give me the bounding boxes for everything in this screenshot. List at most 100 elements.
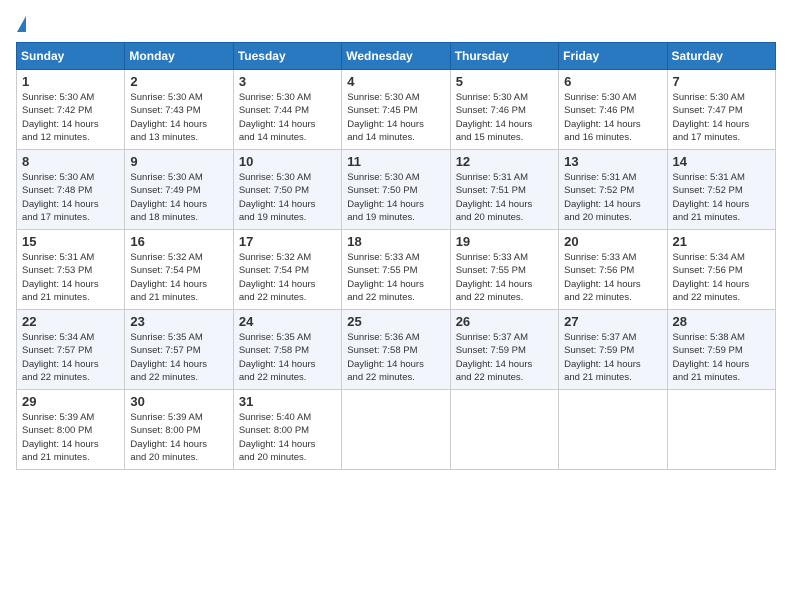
day-info: Sunrise: 5:30 AMSunset: 7:49 PMDaylight:… xyxy=(130,171,227,224)
calendar-cell: 30 Sunrise: 5:39 AMSunset: 8:00 PMDayligh… xyxy=(125,390,233,470)
day-number: 7 xyxy=(673,74,770,89)
day-number: 29 xyxy=(22,394,119,409)
day-info: Sunrise: 5:31 AMSunset: 7:52 PMDaylight:… xyxy=(564,171,661,224)
day-info: Sunrise: 5:33 AMSunset: 7:55 PMDaylight:… xyxy=(456,251,553,304)
day-number: 18 xyxy=(347,234,444,249)
day-info: Sunrise: 5:30 AMSunset: 7:48 PMDaylight:… xyxy=(22,171,119,224)
calendar-cell: 1 Sunrise: 5:30 AMSunset: 7:42 PMDaylight… xyxy=(17,70,125,150)
day-info: Sunrise: 5:30 AMSunset: 7:47 PMDaylight:… xyxy=(673,91,770,144)
day-number: 1 xyxy=(22,74,119,89)
calendar-week-row: 1 Sunrise: 5:30 AMSunset: 7:42 PMDaylight… xyxy=(17,70,776,150)
calendar-cell xyxy=(667,390,775,470)
day-info: Sunrise: 5:33 AMSunset: 7:56 PMDaylight:… xyxy=(564,251,661,304)
day-number: 9 xyxy=(130,154,227,169)
calendar-cell: 18 Sunrise: 5:33 AMSunset: 7:55 PMDayligh… xyxy=(342,230,450,310)
day-info: Sunrise: 5:34 AMSunset: 7:57 PMDaylight:… xyxy=(22,331,119,384)
calendar-cell: 3Sunrise: 5:30 AMSunset: 7:44 PMDaylight… xyxy=(233,70,341,150)
day-header-saturday: Saturday xyxy=(667,43,775,70)
day-info: Sunrise: 5:30 AMSunset: 7:45 PMDaylight:… xyxy=(347,91,444,144)
day-info: Sunrise: 5:33 AMSunset: 7:55 PMDaylight:… xyxy=(347,251,444,304)
calendar-cell: 21Sunrise: 5:34 AMSunset: 7:56 PMDayligh… xyxy=(667,230,775,310)
day-number: 10 xyxy=(239,154,336,169)
day-info: Sunrise: 5:30 AMSunset: 7:46 PMDaylight:… xyxy=(456,91,553,144)
day-info: Sunrise: 5:39 AMSunset: 8:00 PMDaylight:… xyxy=(130,411,227,464)
day-number: 3 xyxy=(239,74,336,89)
day-number: 30 xyxy=(130,394,227,409)
calendar-cell: 13 Sunrise: 5:31 AMSunset: 7:52 PMDayligh… xyxy=(559,150,667,230)
calendar-cell: 17 Sunrise: 5:32 AMSunset: 7:54 PMDayligh… xyxy=(233,230,341,310)
logo-triangle-icon xyxy=(17,16,26,32)
calendar-week-row: 15 Sunrise: 5:31 AMSunset: 7:53 PMDayligh… xyxy=(17,230,776,310)
calendar-cell: 10 Sunrise: 5:30 AMSunset: 7:50 PMDayligh… xyxy=(233,150,341,230)
day-info: Sunrise: 5:40 AMSunset: 8:00 PMDaylight:… xyxy=(239,411,336,464)
calendar-week-row: 22 Sunrise: 5:34 AMSunset: 7:57 PMDayligh… xyxy=(17,310,776,390)
day-number: 13 xyxy=(564,154,661,169)
calendar-cell: 12 Sunrise: 5:31 AMSunset: 7:51 PMDayligh… xyxy=(450,150,558,230)
calendar-cell: 5 Sunrise: 5:30 AMSunset: 7:46 PMDaylight… xyxy=(450,70,558,150)
day-info: Sunrise: 5:36 AMSunset: 7:58 PMDaylight:… xyxy=(347,331,444,384)
calendar-cell: 24 Sunrise: 5:35 AMSunset: 7:58 PMDayligh… xyxy=(233,310,341,390)
day-number: 5 xyxy=(456,74,553,89)
day-info: Sunrise: 5:35 AMSunset: 7:57 PMDaylight:… xyxy=(130,331,227,384)
day-header-wednesday: Wednesday xyxy=(342,43,450,70)
day-header-monday: Monday xyxy=(125,43,233,70)
calendar-cell: 6 Sunrise: 5:30 AMSunset: 7:46 PMDaylight… xyxy=(559,70,667,150)
day-info: Sunrise: 5:37 AMSunset: 7:59 PMDaylight:… xyxy=(456,331,553,384)
day-header-friday: Friday xyxy=(559,43,667,70)
day-number: 24 xyxy=(239,314,336,329)
day-number: 15 xyxy=(22,234,119,249)
day-info: Sunrise: 5:30 AMSunset: 7:43 PMDaylight:… xyxy=(130,91,227,144)
calendar-cell: 14 Sunrise: 5:31 AMSunset: 7:52 PMDayligh… xyxy=(667,150,775,230)
day-info: Sunrise: 5:30 AMSunset: 7:46 PMDaylight:… xyxy=(564,91,661,144)
calendar-cell: 29 Sunrise: 5:39 AMSunset: 8:00 PMDayligh… xyxy=(17,390,125,470)
calendar-cell: 15 Sunrise: 5:31 AMSunset: 7:53 PMDayligh… xyxy=(17,230,125,310)
day-info: Sunrise: 5:39 AMSunset: 8:00 PMDaylight:… xyxy=(22,411,119,464)
day-info: Sunrise: 5:30 AMSunset: 7:42 PMDaylight:… xyxy=(22,91,119,144)
day-header-tuesday: Tuesday xyxy=(233,43,341,70)
calendar-table: SundayMondayTuesdayWednesdayThursdayFrid… xyxy=(16,42,776,470)
day-info: Sunrise: 5:30 AMSunset: 7:50 PMDaylight:… xyxy=(239,171,336,224)
day-info: Sunrise: 5:32 AMSunset: 7:54 PMDaylight:… xyxy=(130,251,227,304)
calendar-cell: 22 Sunrise: 5:34 AMSunset: 7:57 PMDayligh… xyxy=(17,310,125,390)
day-number: 17 xyxy=(239,234,336,249)
calendar-cell: 4Sunrise: 5:30 AMSunset: 7:45 PMDaylight… xyxy=(342,70,450,150)
page-header xyxy=(16,16,776,34)
calendar-cell: 27Sunrise: 5:37 AMSunset: 7:59 PMDayligh… xyxy=(559,310,667,390)
day-info: Sunrise: 5:31 AMSunset: 7:52 PMDaylight:… xyxy=(673,171,770,224)
day-info: Sunrise: 5:31 AMSunset: 7:51 PMDaylight:… xyxy=(456,171,553,224)
day-number: 16 xyxy=(130,234,227,249)
calendar-cell: 28Sunrise: 5:38 AMSunset: 7:59 PMDayligh… xyxy=(667,310,775,390)
day-number: 26 xyxy=(456,314,553,329)
day-header-sunday: Sunday xyxy=(17,43,125,70)
day-info: Sunrise: 5:31 AMSunset: 7:53 PMDaylight:… xyxy=(22,251,119,304)
day-number: 8 xyxy=(22,154,119,169)
calendar-header-row: SundayMondayTuesdayWednesdayThursdayFrid… xyxy=(17,43,776,70)
day-number: 6 xyxy=(564,74,661,89)
day-number: 12 xyxy=(456,154,553,169)
calendar-cell: 2Sunrise: 5:30 AMSunset: 7:43 PMDaylight… xyxy=(125,70,233,150)
calendar-cell xyxy=(450,390,558,470)
calendar-cell: 8 Sunrise: 5:30 AMSunset: 7:48 PMDaylight… xyxy=(17,150,125,230)
day-number: 22 xyxy=(22,314,119,329)
day-number: 19 xyxy=(456,234,553,249)
calendar-week-row: 29 Sunrise: 5:39 AMSunset: 8:00 PMDayligh… xyxy=(17,390,776,470)
day-info: Sunrise: 5:32 AMSunset: 7:54 PMDaylight:… xyxy=(239,251,336,304)
calendar-cell: 16 Sunrise: 5:32 AMSunset: 7:54 PMDayligh… xyxy=(125,230,233,310)
calendar-cell xyxy=(342,390,450,470)
calendar-week-row: 8 Sunrise: 5:30 AMSunset: 7:48 PMDaylight… xyxy=(17,150,776,230)
calendar-cell: 23Sunrise: 5:35 AMSunset: 7:57 PMDayligh… xyxy=(125,310,233,390)
calendar-cell: 11Sunrise: 5:30 AMSunset: 7:50 PMDayligh… xyxy=(342,150,450,230)
day-info: Sunrise: 5:35 AMSunset: 7:58 PMDaylight:… xyxy=(239,331,336,384)
day-header-thursday: Thursday xyxy=(450,43,558,70)
day-number: 11 xyxy=(347,154,444,169)
day-number: 20 xyxy=(564,234,661,249)
day-number: 21 xyxy=(673,234,770,249)
day-number: 28 xyxy=(673,314,770,329)
calendar-cell: 31 Sunrise: 5:40 AMSunset: 8:00 PMDayligh… xyxy=(233,390,341,470)
day-info: Sunrise: 5:37 AMSunset: 7:59 PMDaylight:… xyxy=(564,331,661,384)
day-number: 14 xyxy=(673,154,770,169)
calendar-cell xyxy=(559,390,667,470)
day-number: 31 xyxy=(239,394,336,409)
calendar-cell: 9 Sunrise: 5:30 AMSunset: 7:49 PMDaylight… xyxy=(125,150,233,230)
calendar-cell: 26 Sunrise: 5:37 AMSunset: 7:59 PMDayligh… xyxy=(450,310,558,390)
